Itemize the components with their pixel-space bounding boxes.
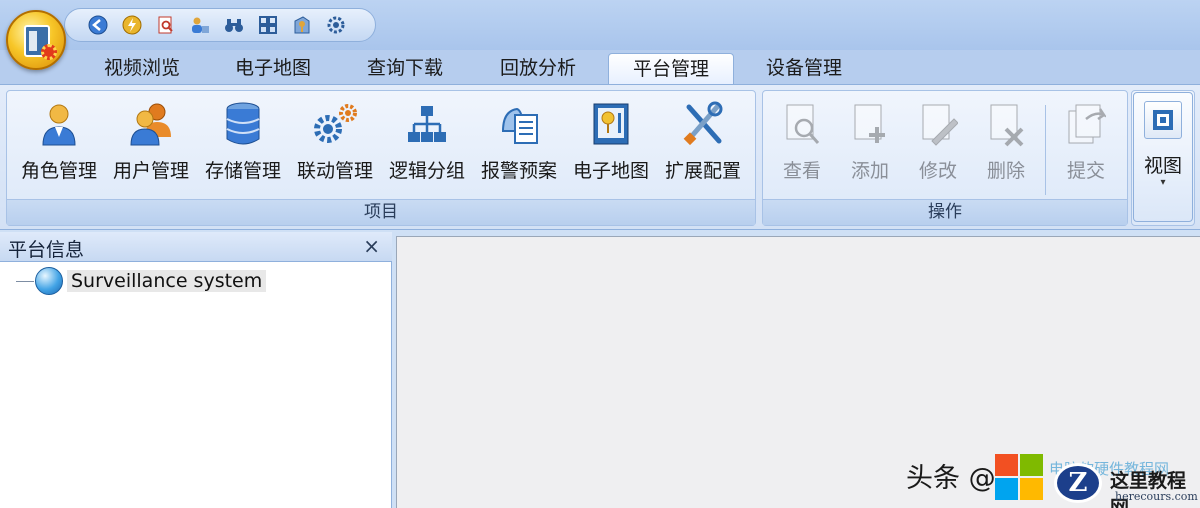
tree-connector: [16, 280, 34, 282]
tab-device-management[interactable]: 设备管理: [742, 53, 866, 84]
extension-config-button[interactable]: 扩展配置: [659, 99, 747, 183]
ribbon: 角色管理 用户管理 存储管理 联动管理 逻辑分组 报警预案 电子地图 扩展配置 …: [0, 84, 1200, 230]
hierarchy-icon: [402, 99, 452, 148]
panel-header: 平台信息 ×: [0, 232, 392, 262]
platform-info-panel: 平台信息 × Surveillance system: [0, 232, 392, 508]
alarm-plan-icon: [494, 99, 544, 148]
logical-group-button[interactable]: 逻辑分组: [383, 99, 471, 183]
tree-item-label: Surveillance system: [67, 270, 267, 292]
add-doc-icon: [845, 99, 895, 148]
tab-platform-management[interactable]: 平台管理: [608, 53, 734, 86]
role-icon: [34, 99, 84, 148]
binoculars-icon[interactable]: [221, 12, 247, 38]
lightning-icon[interactable]: [119, 12, 145, 38]
tab-query-download[interactable]: 查询下载: [343, 53, 467, 84]
project-group: 角色管理 用户管理 存储管理 联动管理 逻辑分组 报警预案 电子地图 扩展配置 …: [6, 90, 756, 226]
storage-management-button[interactable]: 存储管理: [199, 99, 287, 183]
operation-group-label: 操作: [763, 199, 1127, 225]
edit-doc-icon: [913, 99, 963, 148]
role-management-button[interactable]: 角色管理: [15, 99, 103, 183]
settings-icon[interactable]: [323, 12, 349, 38]
view-menu-button[interactable]: 视图 ▾: [1133, 92, 1193, 222]
app-gear-icon: [41, 44, 57, 60]
add-button[interactable]: 添加: [837, 99, 903, 183]
linkage-management-label: 联动管理: [296, 160, 373, 182]
linkage-management-button[interactable]: 联动管理: [291, 99, 379, 183]
search-doc-icon[interactable]: [153, 12, 179, 38]
database-icon: [218, 99, 268, 148]
tab-video-browse[interactable]: 视频浏览: [80, 53, 204, 84]
users-icon: [126, 99, 176, 148]
view-menu-label: 视图: [1143, 155, 1182, 177]
storage-management-label: 存储管理: [204, 160, 281, 182]
system-node-icon: [35, 267, 63, 295]
submit-label: 提交: [1066, 160, 1105, 182]
tools-icon: [678, 99, 728, 148]
view-detail-label: 查看: [782, 160, 821, 182]
delete-button[interactable]: 删除: [973, 99, 1039, 183]
windows-logo-icon: [995, 454, 1045, 502]
user-management-label: 用户管理: [112, 160, 189, 182]
add-label: 添加: [850, 160, 889, 182]
window-layout-icon: [1144, 101, 1182, 139]
chevron-down-icon: ▾: [1160, 177, 1166, 188]
ribbon-tabs: 视频浏览 电子地图 查询下载 回放分析 平台管理 设备管理: [0, 50, 1200, 86]
view-doc-icon: [777, 99, 827, 148]
app-menu-button[interactable]: [6, 10, 66, 70]
close-icon[interactable]: ×: [363, 234, 380, 258]
quick-access-toolbar: [64, 8, 376, 42]
delete-doc-icon: [981, 99, 1031, 148]
tab-electronic-map[interactable]: 电子地图: [211, 53, 335, 84]
submit-button[interactable]: 提交: [1053, 99, 1119, 183]
edit-label: 修改: [918, 160, 957, 182]
logical-group-label: 逻辑分组: [388, 160, 465, 182]
brand-logo-icon: Z: [1054, 463, 1102, 503]
user-config-icon[interactable]: [187, 12, 213, 38]
project-group-label: 项目: [7, 199, 755, 225]
title-bar: [0, 0, 1200, 50]
tab-playback-analysis[interactable]: 回放分析: [476, 53, 600, 84]
operation-separator: [1045, 105, 1046, 195]
panel-title: 平台信息: [8, 239, 85, 261]
operation-group: 查看 添加 修改 删除 提交 操作: [762, 90, 1128, 226]
extension-config-label: 扩展配置: [664, 160, 741, 182]
user-management-button[interactable]: 用户管理: [107, 99, 195, 183]
submit-doc-icon: [1061, 99, 1111, 148]
watermark-text: 头条 @: [906, 463, 996, 494]
alarm-plan-label: 报警预案: [480, 160, 557, 182]
role-management-label: 角色管理: [20, 160, 97, 182]
edit-button[interactable]: 修改: [905, 99, 971, 183]
tree-item[interactable]: Surveillance system: [16, 267, 267, 295]
grid-icon[interactable]: [255, 12, 281, 38]
view-detail-button[interactable]: 查看: [769, 99, 835, 183]
brand-logo-letter: Z: [1068, 468, 1088, 498]
key-user-icon[interactable]: [289, 12, 315, 38]
delete-label: 删除: [986, 160, 1025, 182]
map-icon: [586, 99, 636, 148]
e-map-config-label: 电子地图: [572, 160, 649, 182]
brand-url: herecours.com: [1115, 490, 1198, 503]
gears-icon: [310, 99, 360, 148]
back-icon[interactable]: [85, 12, 111, 38]
e-map-config-button[interactable]: 电子地图: [567, 99, 655, 183]
alarm-plan-button[interactable]: 报警预案: [475, 99, 563, 183]
